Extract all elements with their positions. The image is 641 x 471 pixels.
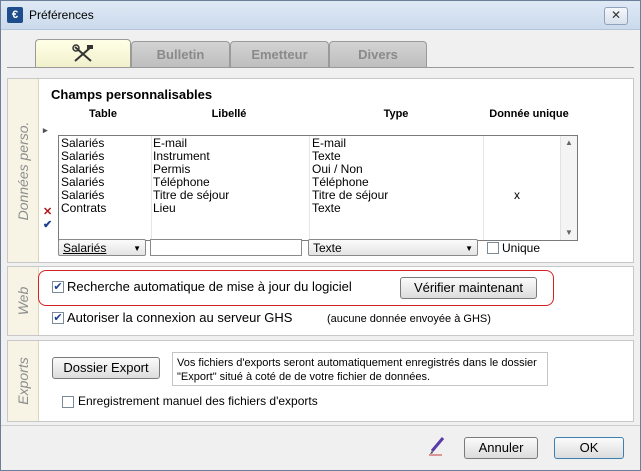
ghs-note: (aucune donnée envoyée à GHS) [327,313,491,325]
tab-bulletin[interactable]: Bulletin [131,41,230,68]
table-row[interactable]: Salariés Instrument Texte [59,150,559,163]
pen-icon[interactable] [428,436,446,456]
export-folder-button[interactable]: Dossier Export [52,357,160,379]
section-label-column: Exports [8,341,39,421]
ghs-connection-checkbox[interactable]: ✔ [52,312,64,324]
list-scrollbar[interactable]: ▲ ▼ [560,136,577,240]
verify-now-button[interactable]: Vérifier maintenant [400,277,537,299]
validate-row-icon[interactable]: ✔ [43,218,52,231]
auto-update-label: Recherche automatique de mise à jour du … [67,279,352,294]
section-label: Données perso. [15,121,31,220]
table-row[interactable]: Salariés Téléphone Téléphone [59,176,559,189]
app-icon: € [7,7,23,23]
libelle-input[interactable] [150,239,302,256]
section-label-column: Données perso. [8,79,39,262]
ghs-connection-label: Autoriser la connexion au serveur GHS [67,310,293,325]
tab-divers[interactable]: Divers [329,41,427,68]
table-row[interactable]: Salariés E-mail E-mail [59,137,559,150]
web-section: Web ✔ Recherche automatique de mise à jo… [7,266,634,336]
tab-strip-divider [7,67,634,68]
cell-libelle: Lieu [153,201,176,215]
section-label-column: Web [8,267,39,335]
donnees-perso-section: Données perso. Champs personnalisables T… [7,78,634,263]
chevron-down-icon: ▼ [465,244,473,253]
exports-section: Exports Dossier Export Vos fichiers d'ex… [7,340,634,422]
chevron-down-icon: ▼ [133,244,141,253]
unique-label: Unique [502,241,541,255]
section-title: Champs personnalisables [51,87,213,102]
manual-export-label: Enregistrement manuel des fichiers d'exp… [78,394,318,408]
cell-unique: x [514,188,520,202]
preferences-window: € Préférences ✕ Bulletin Emetteur Divers… [0,0,641,471]
table-select[interactable]: Salariés ▼ [58,239,146,256]
delete-row-icon[interactable]: ✕ [43,205,52,218]
column-header-type: Type [383,108,409,120]
column-header-libelle: Libellé [211,108,247,120]
cancel-button[interactable]: Annuler [464,437,538,459]
table-row[interactable]: Contrats Lieu Texte [59,202,559,215]
cell-type: Texte [312,201,341,215]
table-row[interactable]: Salariés Permis Oui / Non [59,163,559,176]
unique-checkbox[interactable] [487,242,499,254]
table-select-value: Salariés [63,241,107,255]
close-button[interactable]: ✕ [604,7,628,25]
window-title: Préférences [29,8,94,22]
column-header-table: Table [89,108,117,120]
manual-export-checkbox[interactable] [62,396,74,408]
type-select[interactable]: Texte ▼ [308,239,478,256]
export-info-note: Vos fichiers d'exports seront automatiqu… [172,352,548,386]
tools-icon [72,44,93,62]
table-row[interactable]: Salariés Titre de séjour Titre de séjour… [59,189,559,202]
scroll-up-icon[interactable]: ▲ [561,136,577,150]
section-label: Web [15,286,31,316]
footer-bar: Annuler OK [1,425,640,470]
column-header-unique: Donnée unique [489,108,569,120]
row-cursor-icon: ▸ [43,125,48,135]
custom-fields-list[interactable]: Salariés E-mail E-mail Salariés Instrume… [58,135,578,241]
type-select-value: Texte [313,241,342,255]
section-label: Exports [15,357,31,405]
tab-tools[interactable] [35,39,131,68]
auto-update-checkbox[interactable]: ✔ [52,281,64,293]
scroll-down-icon[interactable]: ▼ [561,226,577,240]
title-bar: € Préférences ✕ [1,1,640,30]
tab-emetteur[interactable]: Emetteur [230,41,329,68]
cell-table: Contrats [61,201,107,215]
ok-button[interactable]: OK [554,437,624,459]
